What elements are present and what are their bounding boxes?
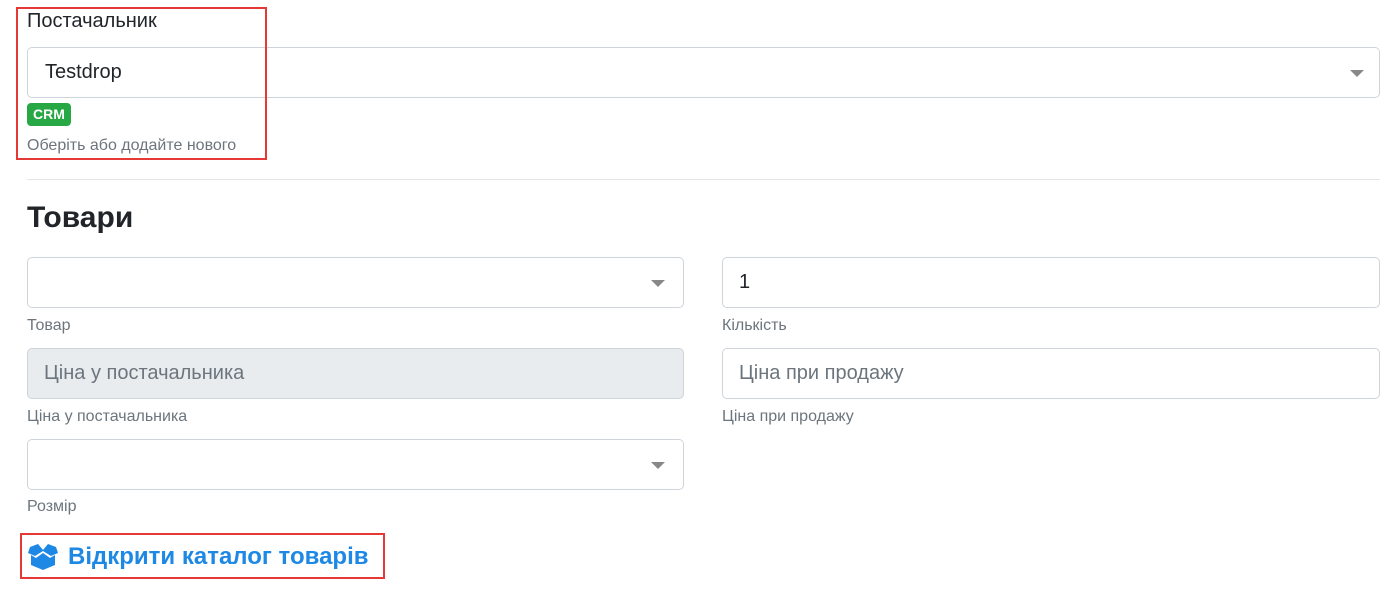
supplier-price-input: Ціна у постачальника [27,348,684,399]
product-select[interactable] [27,257,684,308]
quantity-input[interactable]: 1 [722,257,1380,308]
sale-price-input[interactable]: Ціна при продажу [722,348,1380,399]
sale-price-placeholder: Ціна при продажу [739,362,904,384]
chevron-down-icon [1350,70,1364,77]
products-title: Товари [27,201,134,234]
supplier-price-label: Ціна у постачальника [27,408,188,425]
size-label: Розмір [27,498,77,515]
supplier-highlight-frame [16,7,267,160]
quantity-label: Кількість [722,317,787,334]
sale-price-label: Ціна при продажу [722,408,854,425]
chevron-down-icon [651,280,665,287]
size-select[interactable] [27,439,684,490]
section-divider [27,179,1380,180]
chevron-down-icon [651,462,665,469]
product-label: Товар [27,317,71,334]
supplier-price-placeholder: Ціна у постачальника [44,362,245,384]
catalog-highlight-frame [20,533,385,579]
quantity-value: 1 [739,271,751,293]
